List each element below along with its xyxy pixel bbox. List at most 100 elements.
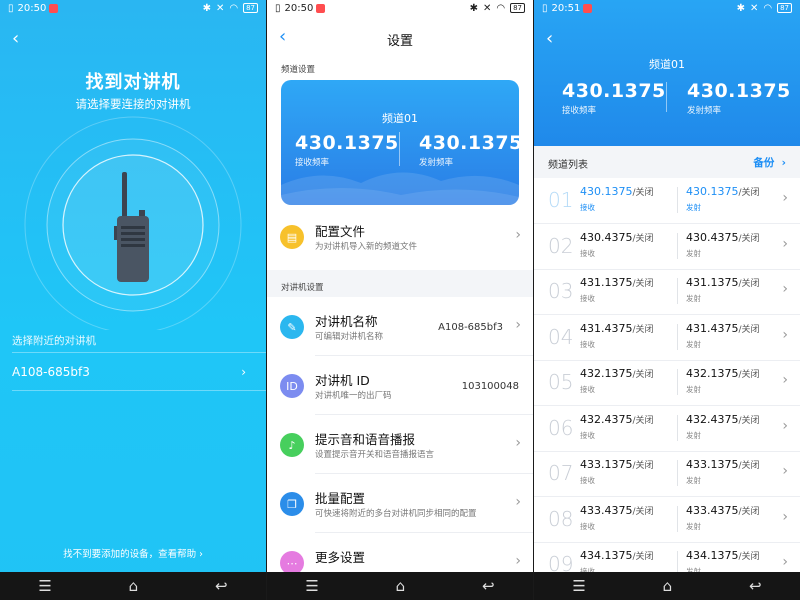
tx-label: 发射 <box>686 203 701 212</box>
system-nav-bar: ☰ ⌂ ↩ <box>534 572 800 600</box>
channel-list-header: 频道列表 备份 › <box>534 146 800 178</box>
tx-value: 432.4375/关闭 <box>686 413 760 426</box>
channel-row[interactable]: 03 431.1375/关闭 接收 431.1375/关闭 发射 › <box>534 269 800 315</box>
channel-header: ▯ 20:51 ✱ ✕ ◠ 87 ‹ 频道01 430.1375 接收频率 43… <box>534 0 800 146</box>
backup-label: 备份 <box>753 157 775 169</box>
chevron-right-icon: › <box>782 326 788 343</box>
device-section-label: 对讲机设置 <box>281 283 324 293</box>
doc-icon: ▯ <box>8 2 14 14</box>
channel-row[interactable]: 02 430.4375/关闭 接收 430.4375/关闭 发射 › <box>534 224 800 270</box>
rx-frequency: 430.1375 <box>295 132 399 154</box>
device-id-row: ID 对讲机 ID 对讲机唯一的出厂码 103100048 <box>267 357 533 415</box>
home-icon[interactable]: ⌂ <box>129 577 139 595</box>
rx-status: /关闭 <box>632 506 654 517</box>
find-walkie-talkie-screen: ▯ 20:50 ✱ ✕ ◠ 87 ‹ 找到对讲机 请选择要连接的对讲机 选择附近… <box>0 0 266 600</box>
back-nav-icon[interactable]: ↩ <box>215 577 228 595</box>
wifi-icon: ◠ <box>763 2 773 14</box>
id-icon: ID <box>280 374 304 398</box>
rx-label: 接收 <box>580 203 595 212</box>
settings-screen: ▯ 20:50 ✱ ✕ ◠ 87 ‹ 设置 频道设置 频道01 430.1375… <box>267 0 533 600</box>
rx-label: 接收频率 <box>295 158 330 168</box>
divider <box>315 414 533 415</box>
setting-title: 更多设置 <box>315 550 366 565</box>
page-title: 设置 <box>386 34 413 49</box>
channel-row[interactable]: 08 433.4375/关闭 接收 433.4375/关闭 发射 › <box>534 497 800 543</box>
chevron-right-icon: › <box>782 190 788 206</box>
chevron-right-icon: › <box>782 281 788 297</box>
rx-frequency: 433.1375 <box>580 458 633 471</box>
chevron-right-icon: › <box>782 463 788 479</box>
system-nav-bar: ☰ ⌂ ↩ <box>0 572 266 600</box>
chevron-right-icon: › <box>782 554 788 570</box>
tx-status: /关闭 <box>738 461 760 471</box>
backup-button[interactable]: 备份 › <box>753 155 786 170</box>
divider <box>666 82 667 112</box>
header: ‹ 设置 <box>267 16 533 56</box>
tx-frequency: 431.1375 <box>686 276 739 289</box>
config-file-row[interactable]: ▤ 配置文件 为对讲机导入新的频道文件 › <box>267 208 533 266</box>
status-time: 20:51 <box>551 2 581 14</box>
notification-icon <box>49 3 59 13</box>
config-file-desc: 为对讲机导入新的频道文件 <box>315 242 418 252</box>
device-list-item[interactable]: A108-685bf3 › <box>12 365 246 379</box>
tx-label: 发射 <box>686 476 701 485</box>
wifi-icon: ◠ <box>229 2 239 14</box>
menu-icon[interactable]: ☰ <box>305 577 318 595</box>
tx-value: 434.1375/关闭 <box>686 549 760 562</box>
rx-frequency: 433.4375 <box>580 503 633 517</box>
menu-icon[interactable]: ☰ <box>38 577 51 595</box>
setting-desc: 可快速将附近的多台对讲机同步相同的配置 <box>315 509 477 519</box>
rx-label: 接收 <box>580 521 595 531</box>
batch-config-row[interactable]: ❐ 批量配置 可快速将附近的多台对讲机同步相同的配置 › <box>267 475 533 533</box>
back-nav-icon[interactable]: ↩ <box>749 577 762 595</box>
current-channel-card[interactable]: 频道01 430.1375 接收频率 430.1375 发射频率 <box>281 80 519 205</box>
device-name-row[interactable]: ✎ 对讲机名称 可编辑对讲机名称 A108-685bf3 › <box>267 298 533 356</box>
channel-row[interactable]: 05 432.1375/关闭 接收 432.1375/关闭 发射 › <box>534 360 800 406</box>
setting-desc: 设置提示音开关和语音播报语言 <box>315 450 435 460</box>
rx-status: /关闭 <box>632 233 654 244</box>
rx-status: /关闭 <box>632 370 654 380</box>
tx-label: 发射 <box>686 430 701 440</box>
tx-value: 433.4375/关闭 <box>686 504 760 517</box>
tx-frequency: 433.4375 <box>686 503 739 517</box>
home-icon[interactable]: ⌂ <box>663 577 673 595</box>
rx-frequency: 434.1375 <box>580 549 633 562</box>
channel-row[interactable]: 04 431.4375/关闭 接收 431.4375/关闭 发射 › <box>534 315 800 361</box>
back-button[interactable]: ‹ <box>12 28 19 49</box>
doc-icon: ▯ <box>542 2 548 14</box>
divider <box>677 278 678 304</box>
divider <box>12 390 266 391</box>
tx-frequency: 434.1375 <box>686 549 739 562</box>
channel-name: 频道01 <box>649 58 685 71</box>
sound-voice-row[interactable]: ♪ 提示音和语音播报 设置提示音开关和语音播报语言 › <box>267 416 533 474</box>
battery-icon: 87 <box>777 3 792 13</box>
channel-row[interactable]: 06 432.4375/关闭 接收 432.4375/关闭 发射 › <box>534 406 800 452</box>
mute-icon: ✕ <box>215 2 225 14</box>
status-bar: ▯ 20:51 ✱ ✕ ◠ 87 <box>534 0 800 16</box>
back-button[interactable]: ‹ <box>546 28 553 49</box>
divider <box>315 473 533 474</box>
channel-number: 04 <box>548 324 574 349</box>
home-icon[interactable]: ⌂ <box>396 577 406 595</box>
channel-row[interactable]: 01 430.1375/关闭 接收 430.1375/关闭 发射 › <box>534 178 800 224</box>
setting-value: A108-685bf3 <box>438 322 503 333</box>
notification-icon <box>316 3 326 13</box>
tx-label: 发射 <box>686 521 701 531</box>
back-nav-icon[interactable]: ↩ <box>482 577 495 595</box>
menu-icon[interactable]: ☰ <box>572 577 585 595</box>
channel-list-screen: ▯ 20:51 ✱ ✕ ◠ 87 ‹ 频道01 430.1375 接收频率 43… <box>534 0 800 600</box>
system-nav-bar: ☰ ⌂ ↩ <box>267 572 533 600</box>
status-time: 20:50 <box>284 2 314 14</box>
chevron-right-icon: › <box>782 508 788 525</box>
copy-icon: ❐ <box>280 492 304 516</box>
tx-status: /关闭 <box>738 552 760 562</box>
rx-frequency: 432.1375 <box>580 367 633 380</box>
help-link[interactable]: 找不到要添加的设备，查看帮助 › <box>0 546 266 560</box>
divider <box>315 532 533 533</box>
tx-frequency: 431.4375 <box>686 321 739 335</box>
channel-row[interactable]: 07 433.1375/关闭 接收 433.1375/关闭 发射 › <box>534 451 800 497</box>
mute-icon: ✕ <box>749 2 759 14</box>
tx-label: 发射 <box>686 294 701 303</box>
rx-status: /关闭 <box>632 552 654 562</box>
rx-label: 接收频率 <box>562 106 597 116</box>
